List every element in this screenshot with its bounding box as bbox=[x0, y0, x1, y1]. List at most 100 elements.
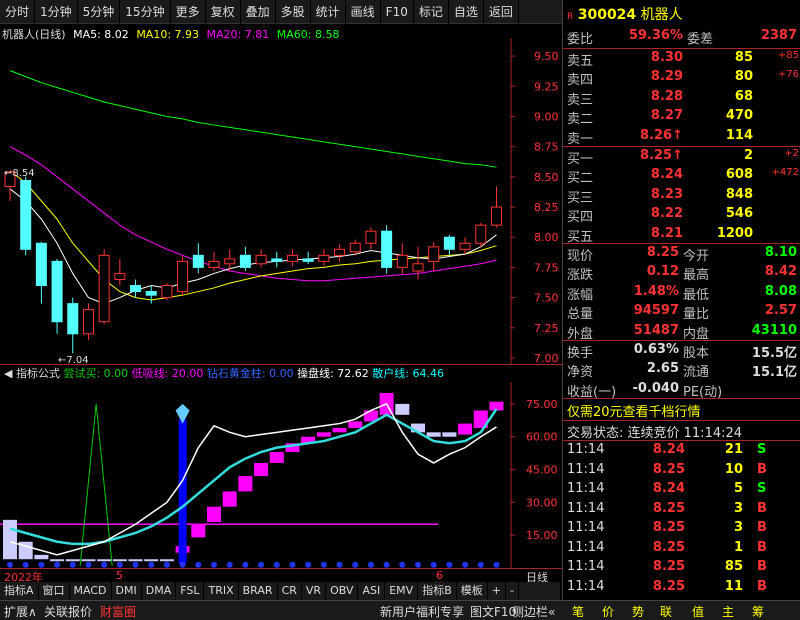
indicator-bar[interactable] bbox=[332, 427, 347, 433]
candle[interactable] bbox=[208, 251, 220, 272]
buy-row[interactable]: 买二 8.24 608 +472 bbox=[563, 167, 800, 186]
toolbar-item-10[interactable]: F10 bbox=[381, 0, 414, 24]
status-item-9[interactable]: 联 bbox=[660, 603, 672, 620]
candle[interactable] bbox=[130, 279, 142, 298]
candle[interactable] bbox=[302, 251, 314, 264]
indicator-name[interactable]: 指标公式 bbox=[16, 367, 60, 380]
buy-row[interactable]: 买五 8.21 1200 bbox=[563, 226, 800, 245]
candle[interactable] bbox=[161, 283, 173, 301]
status-item-11[interactable]: 主 bbox=[722, 603, 734, 620]
candle[interactable] bbox=[334, 244, 346, 262]
indicator-chart[interactable]: 75.00 60.00 45.00 30.00 15.00 bbox=[0, 382, 562, 568]
toolbar-item-2[interactable]: 5分钟 bbox=[78, 0, 121, 24]
candle[interactable] bbox=[365, 227, 377, 250]
sell-row[interactable]: 卖五 8.30 85 +85 bbox=[563, 50, 800, 69]
indicator-bar[interactable] bbox=[112, 559, 127, 562]
candle[interactable] bbox=[98, 249, 110, 325]
candle[interactable] bbox=[20, 176, 32, 256]
candle[interactable] bbox=[412, 246, 424, 280]
indicator-bar[interactable] bbox=[348, 421, 363, 428]
toolbar-item-12[interactable]: 自选 bbox=[449, 0, 484, 24]
status-item-1[interactable]: 关联报价 bbox=[44, 603, 92, 620]
candle[interactable] bbox=[490, 186, 502, 228]
status-item-12[interactable]: 筹 bbox=[752, 603, 764, 620]
tab-14[interactable]: 模板 bbox=[457, 582, 488, 600]
candle[interactable] bbox=[51, 258, 63, 334]
tab-4[interactable]: DMA bbox=[142, 582, 177, 600]
candle[interactable] bbox=[381, 225, 393, 274]
status-item-5[interactable]: 侧边栏« bbox=[512, 603, 555, 620]
toolbar-item-3[interactable]: 15分钟 bbox=[120, 0, 171, 24]
indicator-bar[interactable] bbox=[395, 403, 410, 415]
status-item-0[interactable]: 扩展∧ bbox=[4, 603, 37, 620]
indicator-bar[interactable] bbox=[159, 559, 174, 562]
toolbar-item-9[interactable]: 画线 bbox=[346, 0, 381, 24]
candle[interactable] bbox=[428, 242, 440, 272]
indicator-bar[interactable] bbox=[144, 559, 159, 562]
sell-row[interactable]: 卖四 8.29 80 +76 bbox=[563, 69, 800, 88]
indicator-bar[interactable] bbox=[254, 462, 269, 477]
candle[interactable] bbox=[67, 297, 79, 354]
candle[interactable] bbox=[177, 255, 189, 296]
candle[interactable] bbox=[396, 243, 408, 274]
tab-1[interactable]: 窗口 bbox=[39, 582, 70, 600]
indicator-bar[interactable] bbox=[442, 432, 457, 437]
tab-11[interactable]: ASI bbox=[358, 582, 386, 600]
indicator-bar[interactable] bbox=[222, 491, 237, 507]
indicator-bar[interactable] bbox=[238, 476, 253, 492]
indicator-bar[interactable] bbox=[426, 432, 441, 437]
tab-12[interactable]: EMV bbox=[385, 582, 419, 600]
indicator-bar[interactable] bbox=[81, 559, 96, 562]
toolbar-item-6[interactable]: 叠加 bbox=[241, 0, 276, 24]
toolbar-item-1[interactable]: 1分钟 bbox=[35, 0, 78, 24]
buy-row[interactable]: 买四 8.22 546 bbox=[563, 206, 800, 225]
toolbar-item-4[interactable]: 更多 bbox=[171, 0, 206, 24]
indicator-bar[interactable] bbox=[316, 432, 331, 437]
candle[interactable] bbox=[145, 285, 157, 304]
candlestick-chart[interactable]: 9.50 9.25 9.00 8.75 8.50 8.25 8.00 7.75 7.50 7.25… bbox=[0, 38, 562, 364]
candle[interactable] bbox=[35, 242, 47, 304]
tab-10[interactable]: OBV bbox=[326, 582, 359, 600]
sell-row[interactable]: 卖一 8.26↑ 114 bbox=[563, 128, 800, 147]
indicator-arrow-icon[interactable]: ◀ bbox=[4, 367, 12, 380]
tab-5[interactable]: FSL bbox=[176, 582, 205, 600]
candle[interactable] bbox=[114, 258, 126, 286]
candle[interactable] bbox=[318, 249, 330, 267]
tab-3[interactable]: DMI bbox=[112, 582, 142, 600]
tab-9[interactable]: VR bbox=[302, 582, 327, 600]
promo-link[interactable]: 仅需20元查看千档行情 bbox=[567, 401, 701, 420]
tab-6[interactable]: TRIX bbox=[204, 582, 239, 600]
tab-13[interactable]: 指标B bbox=[418, 582, 457, 600]
tab-16[interactable]: - bbox=[506, 582, 519, 600]
status-item-10[interactable]: 值 bbox=[692, 603, 704, 620]
buy-row[interactable]: 买一 8.25↑ 2 +2 bbox=[563, 148, 800, 167]
indicator-bar[interactable] bbox=[207, 506, 221, 523]
candle[interactable] bbox=[443, 234, 455, 256]
status-item-8[interactable]: 势 bbox=[632, 603, 644, 620]
toolbar-item-7[interactable]: 多股 bbox=[276, 0, 311, 24]
toolbar-item-8[interactable]: 统计 bbox=[311, 0, 346, 24]
toolbar-item-13[interactable]: 返回 bbox=[484, 0, 519, 24]
status-item-4[interactable]: 图文F10 bbox=[470, 603, 516, 620]
tab-8[interactable]: CR bbox=[278, 582, 302, 600]
indicator-bar[interactable] bbox=[50, 559, 65, 562]
toolbar-item-0[interactable]: 分时 bbox=[0, 0, 36, 24]
tab-7[interactable]: BRAR bbox=[239, 582, 278, 600]
indicator-bar[interactable] bbox=[3, 519, 17, 560]
indicator-bar[interactable] bbox=[34, 554, 49, 560]
candle[interactable] bbox=[82, 303, 94, 340]
tab-15[interactable]: + bbox=[488, 582, 506, 600]
buy-row[interactable]: 买三 8.23 848 bbox=[563, 187, 800, 206]
candle[interactable] bbox=[475, 222, 487, 247]
indicator-bar[interactable] bbox=[97, 559, 112, 562]
tab-2[interactable]: MACD bbox=[70, 582, 112, 600]
status-item-2[interactable]: 财富圈 bbox=[100, 603, 136, 620]
candle[interactable] bbox=[239, 246, 251, 272]
indicator-bar[interactable] bbox=[269, 452, 284, 463]
indicator-bar[interactable] bbox=[191, 524, 206, 538]
toolbar-item-5[interactable]: 复权 bbox=[206, 0, 241, 24]
sell-row[interactable]: 卖二 8.27 470 bbox=[563, 108, 800, 127]
sell-row[interactable]: 卖三 8.28 68 bbox=[563, 89, 800, 108]
status-item-7[interactable]: 价 bbox=[602, 603, 614, 620]
indicator-bar[interactable] bbox=[65, 559, 80, 562]
